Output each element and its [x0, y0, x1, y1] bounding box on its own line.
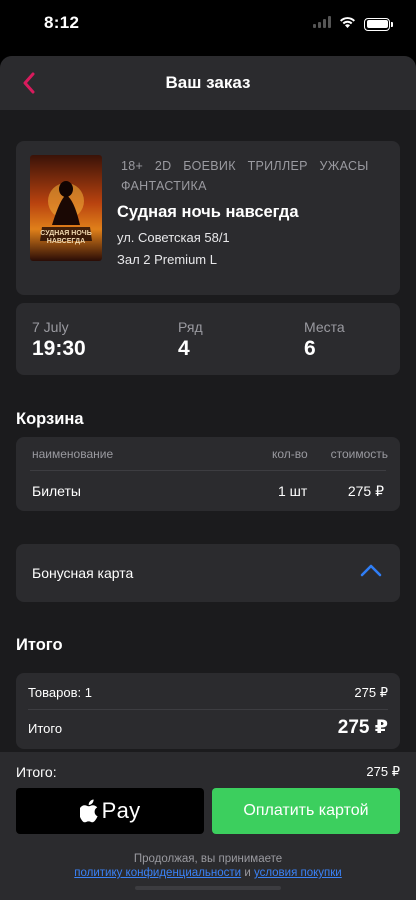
- bonus-card-label: Бонусная карта: [32, 565, 134, 581]
- items-count-label: Товаров: 1: [28, 685, 92, 700]
- movie-title: Судная ночь навсегда: [117, 203, 299, 221]
- total-title: Итого: [16, 636, 63, 654]
- apple-pay-label: Pay: [101, 798, 141, 823]
- cart-title: Корзина: [16, 410, 84, 428]
- signal-icon: [313, 15, 331, 33]
- cart-table: наименование кол-во стоимость Билеты 1 ш…: [16, 437, 400, 511]
- seats-label: Места: [304, 319, 345, 335]
- cart-item-name: Билеты: [32, 483, 81, 499]
- tag-genre: ТРИЛЛЕР: [247, 159, 308, 173]
- privacy-policy-link[interactable]: политику конфиденциальности: [74, 867, 241, 879]
- legal-text: Продолжая, вы принимаете: [133, 853, 283, 865]
- date-label: 7 July: [32, 319, 69, 335]
- chevron-up-icon[interactable]: [359, 562, 383, 578]
- movie-poster: СУДНАЯ НОЧЬ НАВСЕГДА: [30, 155, 102, 261]
- genre-tags: 18+ 2D БОЕВИК ТРИЛЛЕР УЖАСЫ ФАНТАСТИКА: [121, 156, 391, 196]
- tag-genre: БОЕВИК: [183, 159, 236, 173]
- battery-icon: [364, 17, 393, 31]
- session-seats: Места 6: [304, 319, 345, 361]
- session-card: 7 July 19:30 Ряд 4 Места 6: [16, 303, 400, 375]
- legal-and: и: [244, 867, 251, 879]
- apple-pay-button[interactable]: Pay: [16, 788, 204, 834]
- movie-card: СУДНАЯ НОЧЬ НАВСЕГДА 18+ 2D БОЕВИК ТРИЛЛ…: [16, 141, 400, 295]
- sum-label: Итого: [28, 721, 63, 736]
- tag-format: 2D: [154, 159, 172, 173]
- wifi-icon: [339, 15, 356, 33]
- bonus-card-toggle[interactable]: Бонусная карта: [16, 544, 400, 602]
- seats-value: 6: [304, 337, 316, 360]
- cart-item-cost: 275 ₽: [347, 483, 384, 499]
- tag-age: 18+: [121, 159, 144, 173]
- session-row: Ряд 4: [178, 319, 203, 361]
- session-date: 7 July 19:30: [32, 319, 86, 361]
- cart-header-name: наименование: [32, 447, 114, 461]
- row-label: Ряд: [178, 319, 203, 335]
- page-title: Ваш заказ: [165, 73, 251, 92]
- home-indicator[interactable]: [135, 886, 281, 890]
- nav-bar: Ваш заказ: [0, 56, 416, 110]
- checkout-total-label: Итого:: [16, 764, 57, 780]
- status-time: 8:12: [44, 13, 80, 32]
- poster-title-text: СУДНАЯ НОЧЬ: [40, 230, 92, 237]
- cart-header-qty: кол-во: [272, 447, 308, 461]
- sum-value: 275 ₽: [337, 717, 388, 738]
- order-sheet: Ваш заказ СУДНАЯ НОЧЬ НАВСЕГДА 18+ 2D БО…: [0, 56, 416, 900]
- legal-notice: Продолжая, вы принимаете политику конфид…: [0, 852, 416, 880]
- status-bar: 8:12: [0, 0, 416, 52]
- tag-genre: УЖАСЫ: [319, 159, 369, 173]
- tag-genre: ФАНТАСТИКА: [121, 179, 207, 193]
- pay-by-card-button[interactable]: Оплатить картой: [212, 788, 400, 834]
- items-count-value: 275 ₽: [354, 685, 388, 700]
- cart-header-cost: стоимость: [330, 447, 388, 461]
- checkout-total-value: 275 ₽: [366, 764, 400, 779]
- terms-link[interactable]: условия покупки: [254, 867, 342, 879]
- cinema-address: ул. Советская 58/1: [117, 230, 230, 245]
- hall-name: Зал 2 Premium L: [117, 252, 217, 267]
- total-divider: [28, 709, 388, 710]
- status-icons: [313, 15, 393, 33]
- svg-text:НАВСЕГДА: НАВСЕГДА: [47, 238, 85, 245]
- total-card: Товаров: 1 275 ₽ Итого 275 ₽: [16, 673, 400, 749]
- checkout-panel: Итого: 275 ₽ Pay Оплатить картой Продолж…: [0, 752, 416, 900]
- row-value: 4: [178, 337, 190, 360]
- apple-logo-icon: [79, 799, 98, 823]
- time-value: 19:30: [32, 337, 86, 360]
- cart-divider: [30, 470, 386, 471]
- cart-item-qty: 1 шт: [278, 483, 308, 499]
